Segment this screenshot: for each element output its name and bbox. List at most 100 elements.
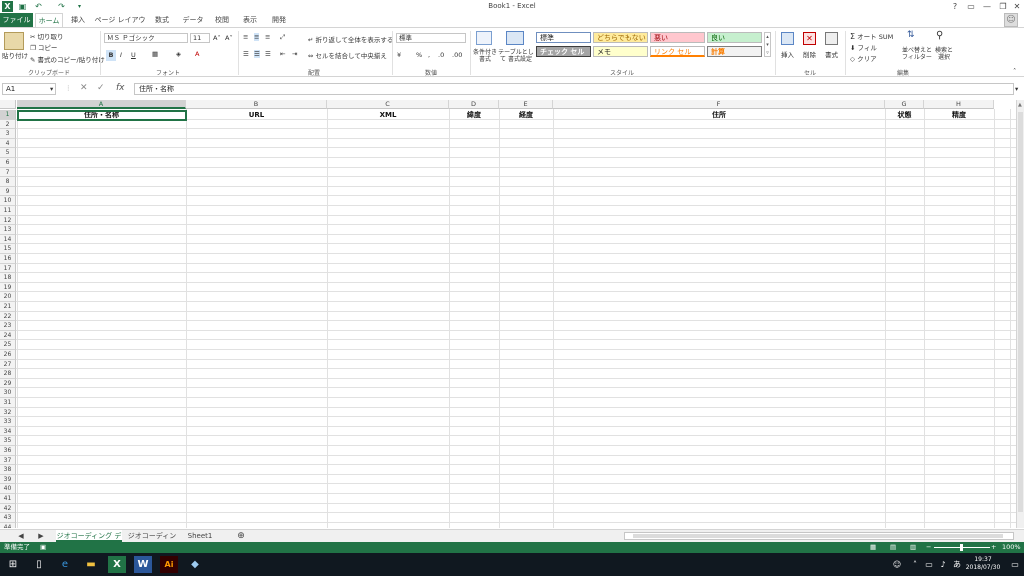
paste-button[interactable]: 貼り付け <box>2 50 28 60</box>
scroll-up-icon[interactable]: ▲ <box>1018 102 1023 110</box>
align-left-icon[interactable]: ☰ <box>243 50 249 58</box>
format-cells-button[interactable]: 書式 <box>825 49 838 59</box>
expand-formula-icon[interactable]: ▾ <box>1015 85 1018 93</box>
notification-icon[interactable]: ▭ <box>1006 556 1024 573</box>
restore-icon[interactable]: ❐ <box>996 1 1010 12</box>
formula-input[interactable]: 住所・名称 <box>134 83 1014 95</box>
style-check-cell[interactable]: チェック セル <box>536 46 591 57</box>
tab-data[interactable]: データ <box>180 13 206 27</box>
bold-button[interactable]: B <box>106 50 116 61</box>
name-box-dropdown-icon[interactable]: ▾ <box>50 85 53 93</box>
style-bad[interactable]: 悪い <box>650 32 705 43</box>
row-header[interactable]: 8 <box>0 177 16 187</box>
column-header-e[interactable]: E <box>499 100 553 109</box>
column-header-f[interactable]: F <box>553 100 885 109</box>
worksheet-grid[interactable]: ABCDEFGH 1 2 3 4 5 6 7 8 9 10 11 12 13 14 15 16 17 18 19 20… <box>0 100 1016 528</box>
font-color-icon[interactable]: A <box>195 50 199 58</box>
decrease-indent-icon[interactable]: ⇤ <box>280 50 285 58</box>
sort-filter-button[interactable]: 並べ替えと フィルター <box>900 47 934 61</box>
header-cell-c[interactable]: XML <box>327 110 449 120</box>
vertical-scroll-thumb[interactable] <box>1018 112 1023 512</box>
align-middle-icon[interactable]: ≡ <box>254 33 260 41</box>
row-header[interactable]: 3 <box>0 129 16 139</box>
sheet-tab-sheet1[interactable]: Sheet1 <box>182 530 218 542</box>
edge-browser-icon[interactable]: e <box>56 556 74 573</box>
ribbon-display-icon[interactable]: ▭ <box>964 1 978 12</box>
row-header[interactable]: 27 <box>0 359 16 370</box>
zoom-slider-thumb[interactable] <box>960 544 963 551</box>
sheet-tab-geocoding-demo[interactable]: ジオコーディング デモ <box>56 530 122 552</box>
border-icon[interactable]: ▦ <box>152 50 158 58</box>
fill-color-icon[interactable]: ◈ <box>176 50 181 58</box>
prev-sheet-icon[interactable]: ◀ <box>16 530 26 542</box>
decrease-decimal-icon[interactable]: .00 <box>452 51 462 59</box>
horizontal-scrollbar[interactable] <box>624 532 1014 540</box>
select-all-button[interactable] <box>0 100 16 109</box>
style-gallery-scroll[interactable]: ▴ ▾ ▿ <box>764 32 771 57</box>
zoom-in-icon[interactable]: + <box>991 542 996 553</box>
row-header[interactable]: 2 <box>0 119 16 130</box>
binoculars-icon[interactable]: ⚲ <box>936 30 943 41</box>
row-header[interactable]: 23 <box>0 321 16 331</box>
help-button[interactable]: ? <box>948 1 962 12</box>
row-header[interactable]: 38 <box>0 465 16 475</box>
paste-icon[interactable] <box>4 32 24 50</box>
merge-center-button[interactable]: ⇔ セルを結合して中央揃え <box>308 50 387 60</box>
row-header[interactable]: 10 <box>0 196 16 206</box>
row-header[interactable]: 25 <box>0 340 16 350</box>
row-header[interactable]: 24 <box>0 330 16 341</box>
format-as-table-button[interactable]: テーブルとして 書式設定 <box>498 49 534 63</box>
row-header[interactable]: 31 <box>0 398 16 408</box>
conditional-format-icon[interactable] <box>476 31 492 45</box>
font-name-select[interactable]: ＭＳ Ｐゴシック <box>104 33 188 43</box>
style-good[interactable]: 良い <box>707 32 762 43</box>
underline-button[interactable]: U <box>131 51 136 59</box>
row-header[interactable]: 19 <box>0 282 16 293</box>
currency-icon[interactable]: ¥ <box>397 51 401 59</box>
app-taskbar-icon[interactable]: ◆ <box>186 556 204 573</box>
page-layout-view-icon[interactable]: ▤ <box>890 542 896 553</box>
name-box[interactable]: A1 <box>2 83 56 95</box>
italic-button[interactable]: I <box>120 51 122 59</box>
column-header-g[interactable]: G <box>885 100 924 109</box>
align-right-icon[interactable]: ☰ <box>265 50 271 58</box>
row-header[interactable]: 43 <box>0 513 16 523</box>
macro-record-icon[interactable]: ▣ <box>40 542 46 553</box>
clock[interactable]: 19:37 2018/07/30 <box>962 556 1004 572</box>
row-header[interactable]: 39 <box>0 474 16 485</box>
clear-button[interactable]: ◇ クリア <box>850 53 877 63</box>
zoom-level[interactable]: 100% <box>1002 542 1021 553</box>
row-header[interactable]: 20 <box>0 292 16 302</box>
column-header-c[interactable]: C <box>327 100 449 109</box>
row-header[interactable]: 36 <box>0 446 16 456</box>
header-cell-g[interactable]: 状態 <box>885 110 924 120</box>
comma-icon[interactable]: , <box>428 51 430 59</box>
page-break-view-icon[interactable]: ▥ <box>910 542 916 553</box>
row-header[interactable]: 32 <box>0 407 16 418</box>
align-center-icon[interactable]: ☰ <box>254 50 260 58</box>
formula-bar-menu-icon[interactable]: ⋮ <box>65 84 72 92</box>
next-sheet-icon[interactable]: ▶ <box>36 530 46 542</box>
row-header[interactable]: 6 <box>0 158 16 168</box>
row-header[interactable]: 29 <box>0 378 16 389</box>
tab-view[interactable]: 表示 <box>238 13 262 27</box>
zoom-out-icon[interactable]: − <box>926 542 931 553</box>
row-header[interactable]: 44 <box>0 522 16 528</box>
row-header[interactable]: 13 <box>0 225 16 235</box>
tab-insert[interactable]: 挿入 <box>66 13 90 27</box>
fill-button[interactable]: ⬇ フィル <box>850 42 877 52</box>
row-header[interactable]: 34 <box>0 426 16 437</box>
row-header[interactable]: 1 <box>0 110 16 120</box>
row-header[interactable]: 35 <box>0 436 16 446</box>
tab-review[interactable]: 校閲 <box>210 13 234 27</box>
row-header[interactable]: 40 <box>0 484 16 494</box>
style-note[interactable]: メモ <box>593 46 648 57</box>
insert-function-button[interactable]: fx <box>116 83 125 93</box>
people-icon[interactable]: ☺ <box>888 556 906 573</box>
column-header-a[interactable]: A <box>17 100 186 109</box>
column-header-h[interactable]: H <box>924 100 994 109</box>
vertical-scrollbar[interactable]: ▲ <box>1016 100 1024 528</box>
excel-taskbar-icon[interactable]: X <box>108 556 126 573</box>
collapse-ribbon-icon[interactable]: ˄ <box>1013 67 1016 75</box>
enter-icon[interactable]: ✓ <box>97 83 105 93</box>
